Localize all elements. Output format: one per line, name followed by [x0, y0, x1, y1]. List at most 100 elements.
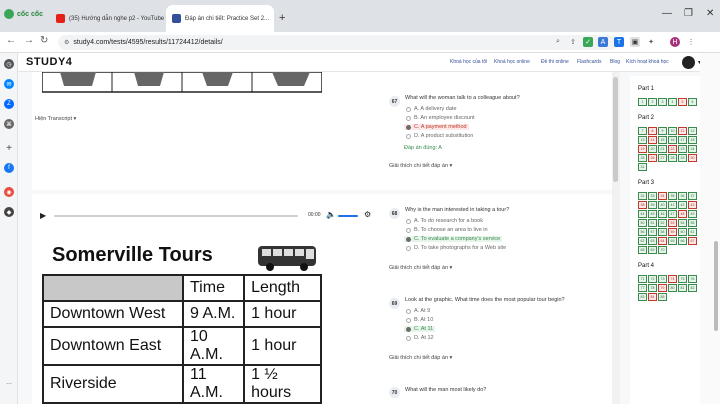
browser-logo[interactable]: cốc cốc [4, 9, 43, 19]
explain-toggle[interactable]: Giải thích chi tiết đáp án ▾ [389, 355, 452, 361]
menu-dots-icon[interactable]: ⋮ [686, 37, 696, 47]
question-nav-cell[interactable]: 79 [658, 284, 667, 292]
question-nav-cell[interactable]: 73 [658, 275, 667, 283]
question-nav-cell[interactable]: 7 [638, 127, 647, 135]
question-nav-cell[interactable]: 6 [688, 98, 697, 106]
question-nav-cell[interactable]: 34 [658, 192, 667, 200]
question-nav-cell[interactable]: 15 [658, 136, 667, 144]
question-nav-cell[interactable]: 35 [668, 192, 677, 200]
option-a[interactable]: A. To do research for a book [404, 218, 485, 224]
question-nav-cell[interactable]: 36 [678, 192, 687, 200]
question-nav-cell[interactable]: 21 [658, 145, 667, 153]
option-c[interactable]: C. To evaluate a company's service [404, 236, 503, 242]
option-b[interactable]: B. To choose an area to live in [404, 227, 490, 233]
question-nav-cell[interactable]: 23 [678, 145, 687, 153]
question-nav-cell[interactable]: 42 [678, 201, 687, 209]
nav-activate-course[interactable]: Kích hoạt khoá học [626, 59, 669, 65]
nav-online-tests[interactable]: Đề thi online [541, 59, 569, 65]
nav-flashcards[interactable]: Flashcards [577, 59, 601, 65]
audio-progress-bar[interactable] [54, 215, 298, 217]
more-icon[interactable]: … [4, 378, 14, 388]
close-icon[interactable]: ✕ [273, 15, 274, 23]
question-nav-cell[interactable]: 64 [658, 237, 667, 245]
question-nav-cell[interactable]: 58 [658, 228, 667, 236]
question-nav-cell[interactable]: 29 [678, 154, 687, 162]
question-nav-cell[interactable]: 31 [638, 163, 647, 171]
question-nav-cell[interactable]: 44 [638, 210, 647, 218]
sidebar-app-icon[interactable]: ⌘ [4, 119, 14, 129]
tab-youtube[interactable]: (35) Hướng dẫn nghe p2 - YouTube ✕ [50, 5, 165, 32]
play-icon[interactable]: ▶ [40, 211, 46, 220]
question-nav-cell[interactable]: 80 [668, 284, 677, 292]
question-nav-cell[interactable]: 19 [638, 145, 647, 153]
minimize-icon[interactable]: — [662, 8, 672, 19]
nav-online-courses[interactable]: Khoá học online [494, 59, 530, 65]
add-icon[interactable]: + [4, 143, 14, 154]
question-nav-cell[interactable]: 41 [668, 201, 677, 209]
question-nav-cell[interactable]: 49 [688, 210, 697, 218]
option-c[interactable]: C. A payment method [404, 124, 469, 130]
question-nav-cell[interactable]: 9 [658, 127, 667, 135]
option-b[interactable]: B. At 10 [404, 317, 435, 323]
option-a[interactable]: A. A delivery date [404, 106, 459, 112]
question-nav-cell[interactable]: 1 [638, 98, 647, 106]
question-nav-cell[interactable]: 14 [648, 136, 657, 144]
site-info-icon[interactable]: ⚙ [64, 39, 69, 46]
nav-blog[interactable]: Blog [610, 59, 620, 65]
question-nav-cell[interactable]: 57 [648, 228, 657, 236]
sidebar-app-icon[interactable]: ◉ [4, 187, 14, 197]
question-nav-cell[interactable]: 5 [678, 98, 687, 106]
question-nav-cell[interactable]: 28 [668, 154, 677, 162]
nav-my-courses[interactable]: Khoá học của tôi [450, 59, 487, 65]
scrollbar-thumb[interactable] [613, 77, 618, 182]
zalo-icon[interactable]: Z [4, 99, 14, 109]
question-nav-cell[interactable]: 27 [658, 154, 667, 162]
question-nav-cell[interactable]: 78 [648, 284, 657, 292]
option-d[interactable]: D. A product substitution [404, 133, 475, 139]
maximize-icon[interactable]: ❐ [684, 8, 693, 19]
extension-icon[interactable]: A [598, 37, 608, 47]
question-nav-cell[interactable]: 62 [638, 237, 647, 245]
question-nav-cell[interactable]: 16 [668, 136, 677, 144]
question-nav-cell[interactable]: 3 [658, 98, 667, 106]
share-icon[interactable]: ⇪ [568, 37, 578, 47]
forward-icon[interactable]: → [24, 35, 34, 46]
search-icon[interactable]: ⌕ [553, 37, 563, 47]
question-nav-cell[interactable]: 26 [648, 154, 657, 162]
question-nav-cell[interactable]: 39 [648, 201, 657, 209]
option-d[interactable]: D. At 12 [404, 335, 436, 341]
question-nav-cell[interactable]: 11 [678, 127, 687, 135]
question-nav-cell[interactable]: 83 [638, 293, 647, 301]
question-nav-cell[interactable]: 46 [658, 210, 667, 218]
volume-icon[interactable]: 🔈 [326, 210, 336, 219]
question-nav-cell[interactable]: 50 [638, 219, 647, 227]
question-nav-cell[interactable]: 40 [658, 201, 667, 209]
address-bar[interactable]: ⚙ study4.com/tests/4595/results/11724412… [58, 35, 618, 50]
user-avatar[interactable] [682, 56, 695, 69]
question-nav-cell[interactable]: 13 [638, 136, 647, 144]
explain-toggle[interactable]: Giải thích chi tiết đáp án ▾ [389, 265, 452, 271]
close-window-icon[interactable]: ✕ [706, 8, 714, 19]
back-icon[interactable]: ← [6, 35, 16, 46]
question-nav-cell[interactable]: 81 [678, 284, 687, 292]
question-nav-cell[interactable]: 4 [668, 98, 677, 106]
messenger-icon[interactable]: ✉ [4, 79, 14, 89]
option-c[interactable]: C. At 11 [404, 326, 436, 332]
question-nav-cell[interactable]: 25 [638, 154, 647, 162]
question-nav-cell[interactable]: 76 [688, 275, 697, 283]
puzzle-icon[interactable]: ✦ [646, 37, 656, 47]
extension-icon[interactable]: ✓ [583, 37, 593, 47]
question-nav-cell[interactable]: 77 [638, 284, 647, 292]
page-scrollbar-thumb[interactable] [714, 241, 718, 331]
question-nav-cell[interactable]: 51 [648, 219, 657, 227]
question-nav-cell[interactable]: 43 [688, 201, 697, 209]
question-nav-cell[interactable]: 70 [658, 246, 667, 254]
option-a[interactable]: A. At 9 [404, 308, 432, 314]
facebook-icon[interactable]: f [4, 163, 14, 173]
question-nav-cell[interactable]: 18 [688, 136, 697, 144]
extension-icon[interactable]: ▣ [630, 37, 640, 47]
question-nav-cell[interactable]: 2 [648, 98, 657, 106]
question-nav-cell[interactable]: 20 [648, 145, 657, 153]
question-nav-cell[interactable]: 72 [648, 275, 657, 283]
question-nav-cell[interactable]: 67 [688, 237, 697, 245]
